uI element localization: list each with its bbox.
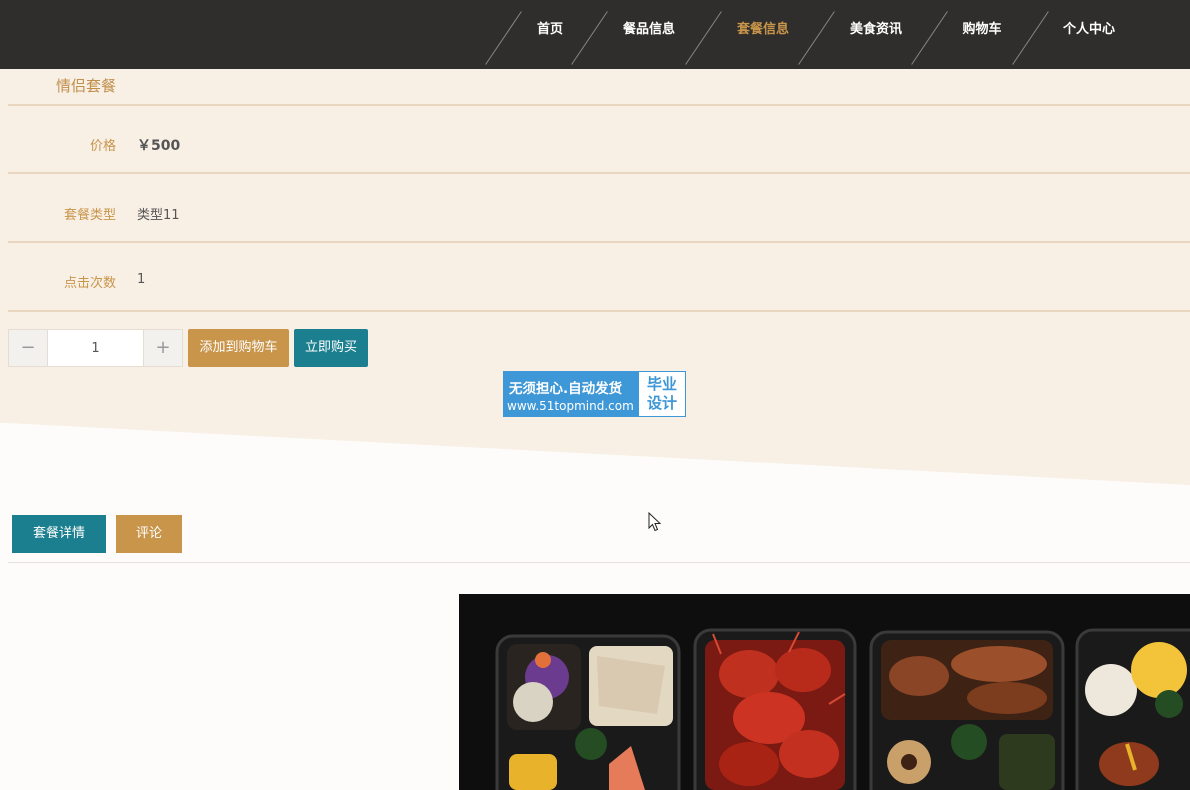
divider [8, 241, 1190, 243]
watermark-tag-line2: 设计 [646, 394, 677, 412]
nav-item-packages[interactable]: 套餐信息 [724, 0, 802, 60]
watermark-url: www.51topmind.com [507, 399, 634, 413]
increase-quantity-button[interactable]: + [144, 330, 182, 366]
price-value: ￥500 [137, 138, 181, 154]
tab-comments[interactable]: 评论 [116, 515, 182, 553]
nav-divider [485, 11, 522, 65]
bento-illustration [459, 594, 1190, 790]
nav-item-cart[interactable]: 购物车 [950, 0, 1014, 60]
quantity-stepper: − + [8, 329, 183, 367]
divider [8, 310, 1190, 312]
nav-divider [911, 11, 948, 65]
nav-item-food-news[interactable]: 美食资讯 [837, 0, 915, 60]
nav-divider [685, 11, 722, 65]
price-label: 价格 [89, 139, 116, 154]
watermark-tag-line1: 毕业 [646, 375, 677, 393]
add-to-cart-button[interactable]: 添加到购物车 [188, 329, 289, 367]
click-count-value: 1 [137, 272, 146, 287]
package-title: 情侣套餐 [56, 77, 117, 95]
nav-item-home[interactable]: 首页 [520, 0, 580, 60]
nav-item-user-center[interactable]: 个人中心 [1050, 0, 1128, 60]
buy-now-button[interactable]: 立即购买 [294, 329, 368, 367]
watermark-tag: 毕业 设计 [639, 372, 685, 416]
divider [8, 104, 1190, 106]
nav-divider [1012, 11, 1049, 65]
package-detail-background [0, 69, 1190, 485]
tab-divider [8, 562, 1190, 563]
mouse-pointer-icon [648, 512, 662, 532]
tab-package-details[interactable]: 套餐详情 [12, 515, 106, 553]
watermark-badge: 无须担心.自动发货 www.51topmind.com 毕业 设计 [503, 371, 686, 417]
package-type-label: 套餐类型 [63, 208, 116, 223]
decrease-quantity-button[interactable]: − [9, 330, 47, 366]
watermark-line1: 无须担心.自动发货 [509, 381, 623, 397]
nav-item-dishes[interactable]: 餐品信息 [610, 0, 688, 60]
nav-divider [798, 11, 835, 65]
package-food-image [459, 594, 1190, 790]
top-navigation-bar: 首页 餐品信息 套餐信息 美食资讯 购物车 个人中心 [0, 0, 1190, 69]
divider [8, 172, 1190, 174]
package-type-value: 类型11 [137, 208, 180, 223]
click-count-label: 点击次数 [63, 276, 116, 291]
watermark-text-block: 无须担心.自动发货 www.51topmind.com [504, 372, 639, 416]
quantity-input[interactable] [47, 330, 144, 366]
